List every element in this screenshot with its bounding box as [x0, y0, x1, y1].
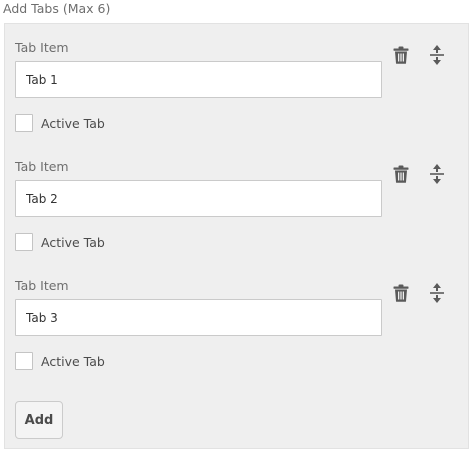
trash-icon	[393, 165, 409, 183]
delete-tab-button[interactable]	[390, 162, 412, 186]
active-tab-checkbox[interactable]	[15, 233, 33, 251]
reorder-tab-handle[interactable]	[426, 162, 448, 186]
active-tab-checkbox[interactable]	[15, 114, 33, 132]
section-title: Add Tabs (Max 6)	[3, 1, 111, 16]
active-tab-label: Active Tab	[41, 116, 105, 131]
reorder-tab-handle[interactable]	[426, 281, 448, 305]
tab-item-input[interactable]	[15, 299, 382, 336]
tab-item-label: Tab Item	[15, 159, 69, 174]
tab-item-label: Tab Item	[15, 278, 69, 293]
tab-item-input[interactable]	[15, 61, 382, 98]
delete-tab-button[interactable]	[390, 281, 412, 305]
delete-tab-button[interactable]	[390, 43, 412, 67]
reorder-tab-handle[interactable]	[426, 43, 448, 67]
tabs-multifield-panel: Tab Item Active Tab Tab Item Act	[4, 23, 469, 449]
active-tab-checkbox[interactable]	[15, 352, 33, 370]
reorder-icon	[430, 283, 444, 303]
reorder-icon	[430, 164, 444, 184]
reorder-icon	[430, 45, 444, 65]
tab-item-1: Tab Item Active Tab	[5, 24, 468, 134]
tab-item-3: Tab Item Active Tab	[5, 262, 468, 372]
active-tab-label: Active Tab	[41, 354, 105, 369]
active-tab-label: Active Tab	[41, 235, 105, 250]
trash-icon	[393, 284, 409, 302]
trash-icon	[393, 46, 409, 64]
tab-item-input[interactable]	[15, 180, 382, 217]
tab-item-2: Tab Item Active Tab	[5, 143, 468, 253]
tab-item-label: Tab Item	[15, 40, 69, 55]
add-tab-button[interactable]: Add	[15, 401, 63, 439]
